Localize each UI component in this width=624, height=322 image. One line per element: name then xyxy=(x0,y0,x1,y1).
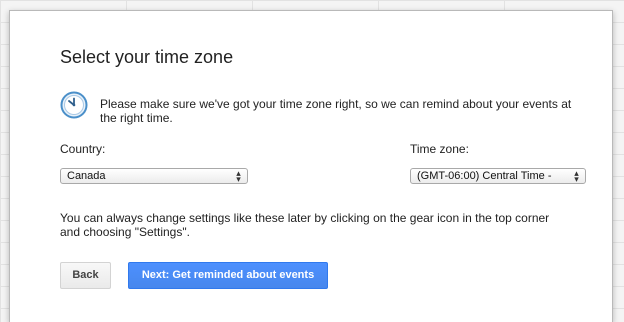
select-arrows-icon: ▴ ▾ xyxy=(236,168,241,184)
country-select[interactable]: Canada ▴ ▾ xyxy=(60,168,248,184)
timezone-select-value: (GMT-06:00) Central Time - xyxy=(417,170,552,182)
timezone-dialog: Select your time zone Please make sure w… xyxy=(9,10,613,322)
next-button[interactable]: Next: Get reminded about events xyxy=(128,262,328,289)
country-label: Country: xyxy=(60,142,106,156)
timezone-select[interactable]: (GMT-06:00) Central Time - ▴ ▾ xyxy=(410,168,586,184)
country-select-value: Canada xyxy=(67,170,106,182)
back-button[interactable]: Back xyxy=(60,262,111,289)
clock-icon xyxy=(60,91,88,119)
intro-text: Please make sure we've got your time zon… xyxy=(100,97,572,125)
dialog-title: Select your time zone xyxy=(60,47,234,67)
timezone-label: Time zone: xyxy=(410,142,469,156)
settings-note: You can always change settings like thes… xyxy=(60,211,550,239)
select-arrows-icon: ▴ ▾ xyxy=(574,168,579,184)
